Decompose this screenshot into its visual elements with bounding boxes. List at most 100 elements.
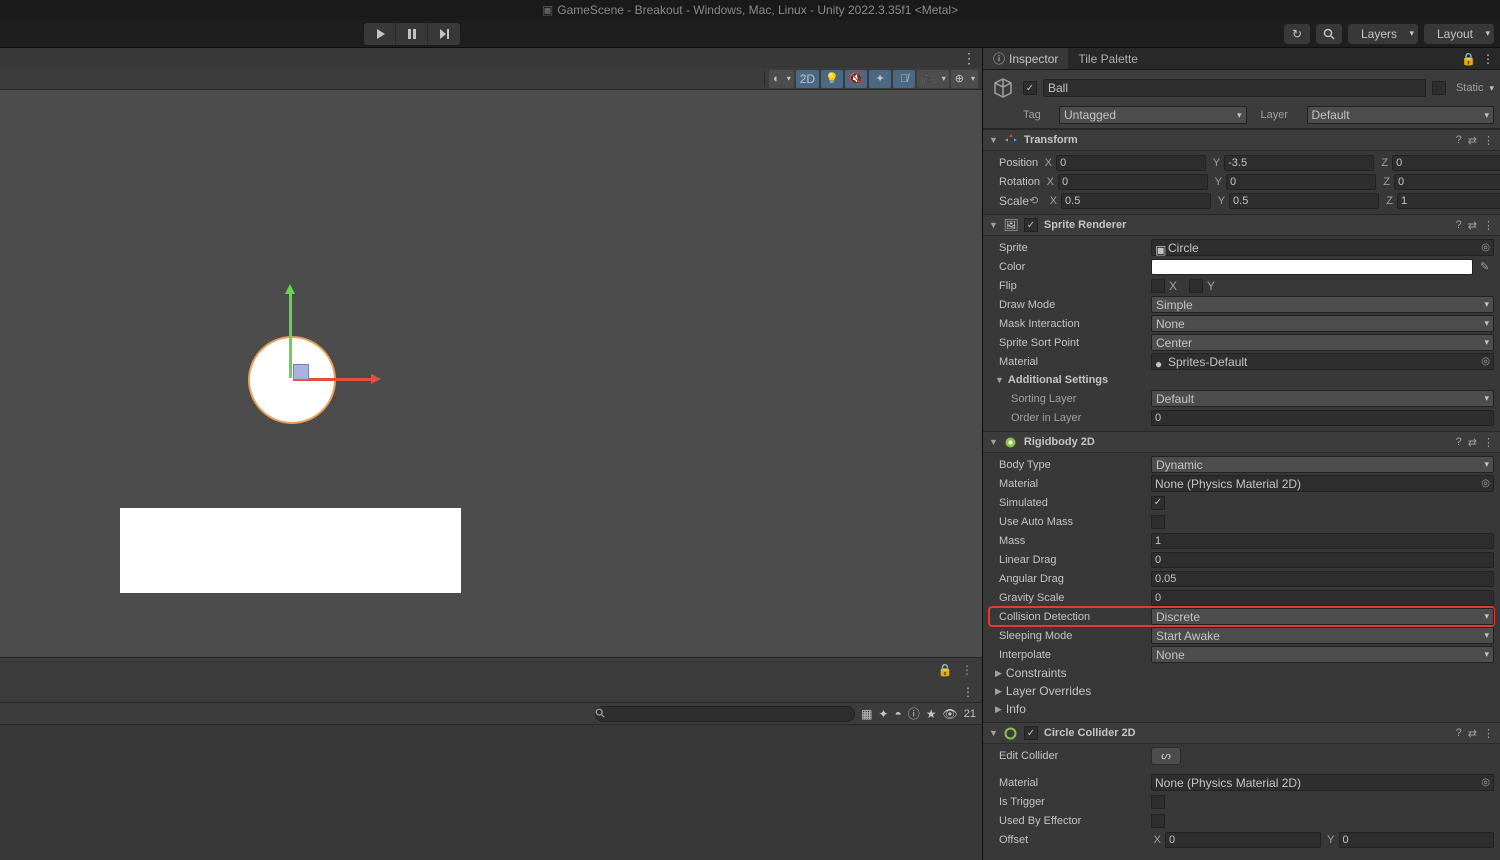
static-dropdown-icon[interactable]: ▾ <box>1489 83 1494 94</box>
preset-icon[interactable]: ⇄ <box>1468 134 1477 147</box>
rotation-z-input[interactable] <box>1394 174 1500 190</box>
usedby-checkbox[interactable] <box>1151 814 1165 828</box>
move-gizmo-xy-plane[interactable] <box>293 364 309 380</box>
cc-material-field[interactable]: None (Physics Material 2D)◎ <box>1151 774 1494 791</box>
constraints-fold[interactable]: ▶Constraints <box>989 664 1494 682</box>
scale-y-input[interactable] <box>1229 193 1379 209</box>
2d-toggle-button[interactable]: 2D <box>796 70 819 88</box>
eye-icon[interactable]: 👁 <box>943 707 958 721</box>
tab-tile-palette[interactable]: Tile Palette <box>1068 48 1148 69</box>
sprite-renderer-enabled-checkbox[interactable]: ✓ <box>1024 218 1038 232</box>
undo-history-button[interactable]: ↻ <box>1284 24 1310 44</box>
play-button[interactable] <box>364 23 396 45</box>
additional-settings-fold[interactable]: ▼Additional Settings <box>989 371 1494 389</box>
menu-icon[interactable]: ⋮ <box>1483 436 1494 449</box>
sleep-dropdown[interactable]: Start Awake <box>1151 627 1494 644</box>
order-input[interactable] <box>1151 410 1494 426</box>
search-button[interactable] <box>1316 24 1342 44</box>
static-checkbox[interactable] <box>1432 81 1446 95</box>
console-body[interactable] <box>0 725 982 860</box>
position-y-input[interactable] <box>1224 155 1374 171</box>
gravscale-input[interactable] <box>1151 590 1494 606</box>
pause-button[interactable] <box>396 23 428 45</box>
position-z-input[interactable] <box>1392 155 1500 171</box>
flip-y-checkbox[interactable] <box>1189 279 1203 293</box>
move-gizmo-y-axis[interactable] <box>289 292 292 378</box>
preset-icon[interactable]: ⇄ <box>1468 727 1477 740</box>
console-icon-1[interactable]: ▦ <box>861 707 872 721</box>
console-icon-2[interactable]: ✦ <box>878 707 888 721</box>
help-icon[interactable]: ? <box>1456 219 1462 232</box>
position-x-input[interactable] <box>1056 155 1206 171</box>
scale-z-input[interactable] <box>1397 193 1500 209</box>
istrigger-checkbox[interactable] <box>1151 795 1165 809</box>
camera-options-dropdown[interactable]: 🎥 <box>917 70 949 88</box>
fold-icon[interactable]: ▼ <box>989 728 998 738</box>
lock-icon[interactable]: 🔒 <box>1461 52 1476 66</box>
rigidbody-header[interactable]: ▼ Rigidbody 2D ?⇄⋮ <box>983 431 1500 453</box>
layout-dropdown[interactable]: Layout <box>1424 24 1494 44</box>
scale-x-input[interactable] <box>1061 193 1211 209</box>
object-picker-icon[interactable]: ◎ <box>1481 242 1490 253</box>
lock-icon[interactable]: 🔒 <box>936 661 954 679</box>
menu-icon[interactable]: ⋮ <box>958 661 976 679</box>
tab-menu-icon[interactable]: ⋮ <box>1482 52 1494 66</box>
layer-dropdown[interactable]: Default <box>1307 106 1495 124</box>
info-fold[interactable]: ▶Info <box>989 700 1494 718</box>
paddle-gameobject[interactable] <box>120 508 461 593</box>
useautomass-checkbox[interactable] <box>1151 515 1165 529</box>
rotation-x-input[interactable] <box>1058 174 1208 190</box>
preset-icon[interactable]: ⇄ <box>1468 436 1477 449</box>
rotation-y-input[interactable] <box>1226 174 1376 190</box>
gameobject-name-input[interactable] <box>1043 79 1426 97</box>
preset-icon[interactable]: ⇄ <box>1468 219 1477 232</box>
link-icon[interactable]: ⟲ <box>1029 194 1043 207</box>
object-picker-icon[interactable]: ◎ <box>1481 356 1490 367</box>
tag-dropdown[interactable]: Untagged <box>1059 106 1247 124</box>
menu-icon[interactable]: ⋮ <box>1483 727 1494 740</box>
rb-material-field[interactable]: None (Physics Material 2D)◎ <box>1151 475 1494 492</box>
offset-y-input[interactable] <box>1339 832 1495 848</box>
object-picker-icon[interactable]: ◎ <box>1481 478 1490 489</box>
mask-dropdown[interactable]: None <box>1151 315 1494 332</box>
mass-input[interactable] <box>1151 533 1494 549</box>
lighting-toggle-button[interactable]: 💡 <box>821 70 843 88</box>
fold-icon[interactable]: ▼ <box>989 135 998 145</box>
console-icon-5[interactable]: ★ <box>926 707 937 721</box>
help-icon[interactable]: ? <box>1456 436 1462 449</box>
simulated-checkbox[interactable]: ✓ <box>1151 496 1165 510</box>
scene-view[interactable] <box>0 90 982 657</box>
sprite-renderer-header[interactable]: ▼ 🖼 ✓ Sprite Renderer ?⇄⋮ <box>983 214 1500 236</box>
circle-collider-enabled-checkbox[interactable]: ✓ <box>1024 726 1038 740</box>
transform-header[interactable]: ▼ Transform ?⇄⋮ <box>983 129 1500 151</box>
flip-x-checkbox[interactable] <box>1151 279 1165 293</box>
fx-toggle-button[interactable]: ✦ <box>869 70 891 88</box>
help-icon[interactable]: ? <box>1456 134 1462 147</box>
console-icon-3[interactable]: ◓ <box>894 707 901 721</box>
circle-collider-header[interactable]: ▼ ✓ Circle Collider 2D ?⇄⋮ <box>983 722 1500 744</box>
color-field[interactable] <box>1151 259 1473 275</box>
sprite-field[interactable]: ▣Circle◎ <box>1151 239 1494 256</box>
sortpoint-dropdown[interactable]: Center <box>1151 334 1494 351</box>
sr-material-field[interactable]: ●Sprites-Default◎ <box>1151 353 1494 370</box>
bodytype-dropdown[interactable]: Dynamic <box>1151 456 1494 473</box>
lineardrag-input[interactable] <box>1151 552 1494 568</box>
drawmode-dropdown[interactable]: Simple <box>1151 296 1494 313</box>
sorting-layer-dropdown[interactable]: Default <box>1151 390 1494 407</box>
audio-toggle-button[interactable]: 🔇 <box>845 70 867 88</box>
panel-menu-icon[interactable]: ⋮ <box>962 685 974 699</box>
fold-icon[interactable]: ▼ <box>989 220 998 230</box>
cube-icon[interactable] <box>989 74 1017 102</box>
gizmos-dropdown[interactable]: ⊕ <box>951 70 978 88</box>
console-search-input[interactable] <box>595 706 855 722</box>
layer-overrides-fold[interactable]: ▶Layer Overrides <box>989 682 1494 700</box>
scene-tab-menu-icon[interactable]: ⋮ <box>962 50 976 67</box>
tab-inspector[interactable]: ⓘ Inspector <box>983 48 1068 69</box>
layers-dropdown[interactable]: Layers <box>1348 24 1418 44</box>
menu-icon[interactable]: ⋮ <box>1483 134 1494 147</box>
colldet-dropdown[interactable]: Discrete <box>1151 608 1494 625</box>
eyedropper-icon[interactable]: ✎ <box>1480 260 1494 273</box>
hidden-toggle-button[interactable]: 👁̸ <box>893 70 915 88</box>
fold-icon[interactable]: ▼ <box>989 437 998 447</box>
offset-x-input[interactable] <box>1165 832 1321 848</box>
